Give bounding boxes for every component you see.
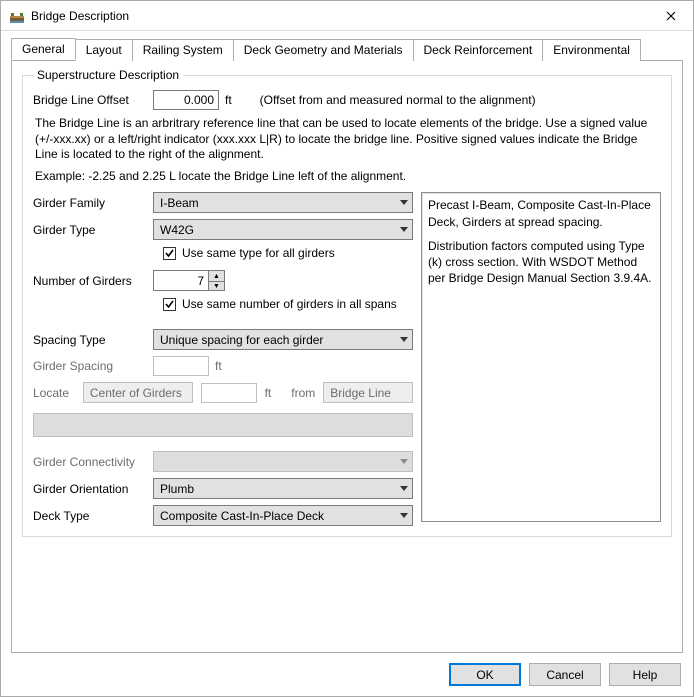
girder-type-label: Girder Type	[33, 223, 153, 237]
girder-connectivity-combo	[153, 451, 413, 472]
cancel-button[interactable]: Cancel	[529, 663, 601, 686]
girder-family-combo[interactable]: I-Beam	[153, 192, 413, 213]
close-button[interactable]	[648, 1, 693, 31]
spacing-type-combo[interactable]: Unique spacing for each girder	[153, 329, 413, 350]
titlebar: Bridge Description	[1, 1, 693, 31]
from-combo: Bridge Line	[323, 382, 413, 403]
chevron-down-icon	[400, 337, 408, 342]
deck-type-value: Composite Cast-In-Place Deck	[160, 509, 324, 523]
girder-orientation-combo[interactable]: Plumb	[153, 478, 413, 499]
tab-railing[interactable]: Railing System	[132, 39, 234, 61]
girder-family-label: Girder Family	[33, 196, 153, 210]
tab-panel-general: Superstructure Description Bridge Line O…	[11, 60, 683, 653]
num-girders-label: Number of Girders	[33, 274, 153, 288]
chevron-down-icon	[400, 513, 408, 518]
locate-unit: ft	[265, 386, 272, 400]
superstructure-group: Superstructure Description Bridge Line O…	[22, 68, 672, 537]
locate-combo: Center of Girders	[83, 382, 193, 403]
from-label: from	[291, 386, 315, 400]
offset-note: (Offset from and measured normal to the …	[260, 93, 536, 107]
chevron-down-icon	[400, 459, 408, 464]
description-p1: Precast I-Beam, Composite Cast-In-Place …	[428, 197, 654, 229]
dialog-window: Bridge Description General Layout Railin…	[0, 0, 694, 697]
same-type-label: Use same type for all girders	[182, 246, 335, 260]
girder-spacing-label: Girder Spacing	[33, 359, 153, 373]
chevron-down-icon	[400, 227, 408, 232]
tab-strip: General Layout Railing System Deck Geome…	[11, 38, 683, 61]
help-button[interactable]: Help	[609, 663, 681, 686]
girder-connectivity-label: Girder Connectivity	[33, 455, 153, 469]
girder-spacing-input	[153, 356, 209, 376]
num-girders-spinner[interactable]: ▲ ▼	[153, 270, 225, 291]
girder-orientation-value: Plumb	[160, 482, 194, 496]
content-area: General Layout Railing System Deck Geome…	[1, 31, 693, 653]
from-value: Bridge Line	[330, 386, 391, 400]
offset-input[interactable]	[153, 90, 219, 110]
locate-value: Center of Girders	[90, 386, 182, 400]
tab-environmental[interactable]: Environmental	[542, 39, 641, 61]
girder-family-value: I-Beam	[160, 196, 199, 210]
girder-spacing-unit: ft	[215, 359, 222, 373]
tab-general[interactable]: General	[11, 38, 76, 60]
two-column-area: Girder Family I-Beam Girder Type W42G	[33, 192, 661, 526]
group-legend: Superstructure Description	[33, 68, 183, 82]
chevron-down-icon	[400, 200, 408, 205]
locate-label: Locate	[33, 386, 75, 400]
tab-deck-geom[interactable]: Deck Geometry and Materials	[233, 39, 414, 61]
num-girders-input[interactable]	[153, 270, 209, 291]
description-panel: Precast I-Beam, Composite Cast-In-Place …	[421, 192, 661, 522]
girder-type-value: W42G	[160, 223, 194, 237]
same-num-checkbox[interactable]	[163, 298, 176, 311]
girder-type-combo[interactable]: W42G	[153, 219, 413, 240]
tab-layout[interactable]: Layout	[75, 39, 133, 61]
description-p2: Distribution factors computed using Type…	[428, 238, 654, 287]
bridge-line-offset-row: Bridge Line Offset ft (Offset from and m…	[33, 90, 661, 110]
spacing-type-label: Spacing Type	[33, 333, 153, 347]
help-paragraph-2: Example: -2.25 and 2.25 L locate the Bri…	[35, 169, 659, 185]
spacing-type-value: Unique spacing for each girder	[160, 333, 323, 347]
deck-type-combo[interactable]: Composite Cast-In-Place Deck	[153, 505, 413, 526]
offset-label: Bridge Line Offset	[33, 93, 153, 107]
offset-unit: ft	[225, 93, 232, 107]
same-type-checkbox[interactable]	[163, 247, 176, 260]
chevron-down-icon	[400, 486, 408, 491]
dialog-buttons: OK Cancel Help	[1, 653, 693, 696]
disabled-bar	[33, 413, 413, 437]
app-icon	[9, 8, 25, 24]
locate-offset-input	[201, 383, 257, 403]
help-paragraph-1: The Bridge Line is an arbritrary referen…	[35, 116, 659, 163]
girder-orientation-label: Girder Orientation	[33, 482, 153, 496]
spinner-up[interactable]: ▲	[209, 270, 225, 281]
window-title: Bridge Description	[31, 9, 648, 23]
ok-button[interactable]: OK	[449, 663, 521, 686]
form-column: Girder Family I-Beam Girder Type W42G	[33, 192, 413, 526]
tab-deck-reinf[interactable]: Deck Reinforcement	[413, 39, 544, 61]
same-num-label: Use same number of girders in all spans	[182, 297, 397, 311]
spinner-down[interactable]: ▼	[209, 281, 225, 292]
deck-type-label: Deck Type	[33, 509, 153, 523]
